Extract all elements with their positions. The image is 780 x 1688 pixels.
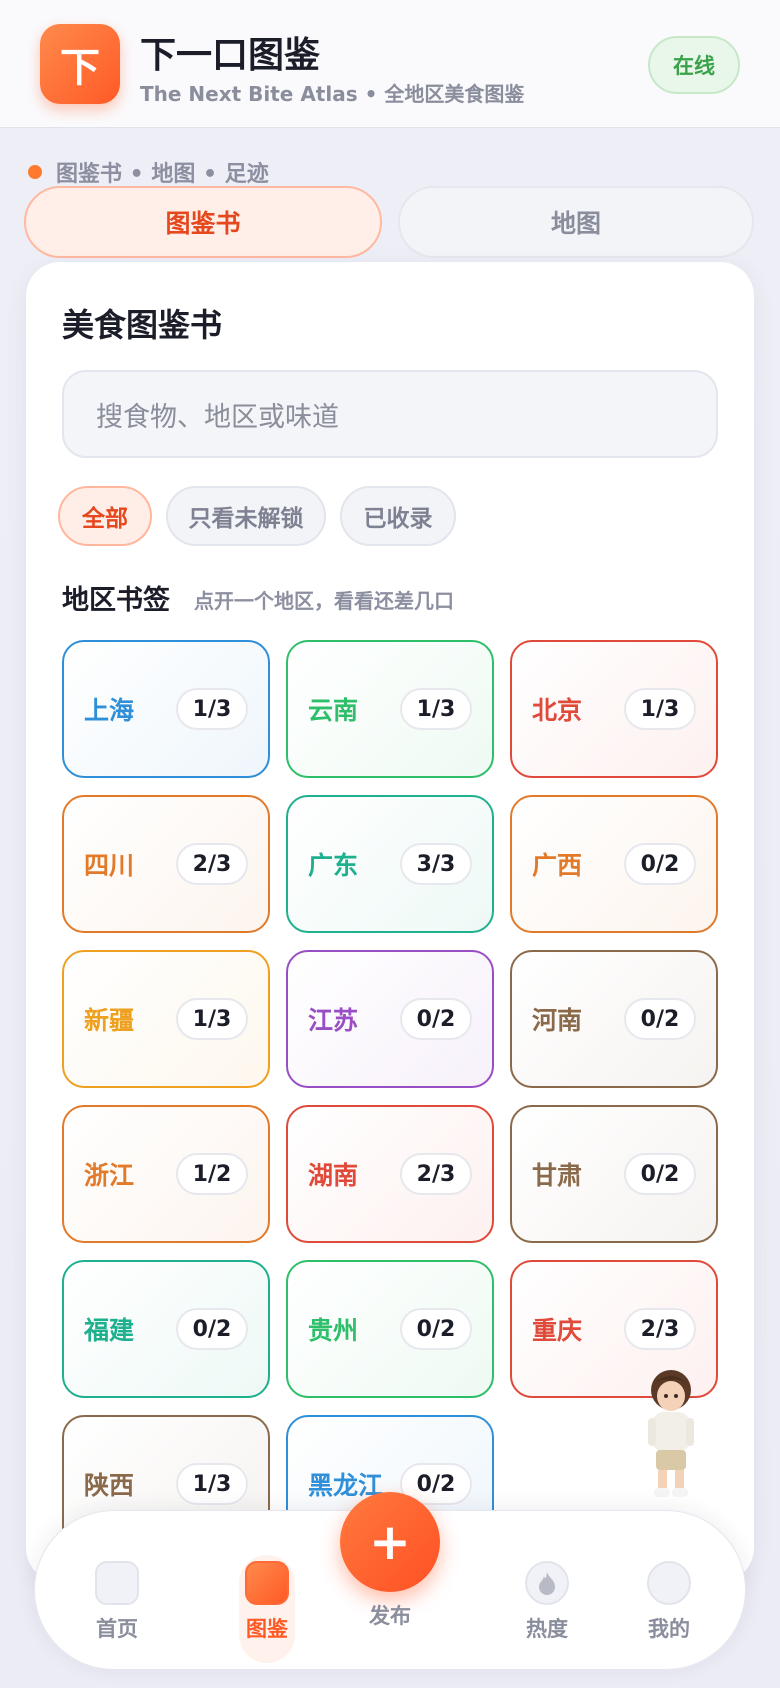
region-progress-badge: 0/2 — [176, 1308, 248, 1350]
region-tile[interactable]: 北京 1/3 — [510, 640, 718, 778]
region-tile[interactable]: 福建 0/2 — [62, 1260, 270, 1398]
region-progress-badge: 1/2 — [176, 1153, 248, 1195]
flame-icon — [525, 1561, 569, 1605]
tab-map[interactable]: 地图 — [398, 186, 754, 258]
app-header: 下 下一口图鉴 The Next Bite Atlas • 全地区美食图鉴 在线 — [0, 0, 780, 128]
region-progress-badge: 0/2 — [400, 1308, 472, 1350]
nav-heat[interactable]: 热度 — [507, 1561, 587, 1643]
region-name: 甘肃 — [532, 1161, 583, 1190]
search-input[interactable]: 搜食物、地区或味道 — [62, 370, 718, 458]
region-progress-badge: 1/3 — [176, 688, 248, 730]
region-progress-badge: 1/3 — [400, 688, 472, 730]
region-progress-badge: 0/2 — [624, 1153, 696, 1195]
region-tile[interactable]: 贵州 0/2 — [286, 1260, 494, 1398]
region-tile[interactable]: 广西 0/2 — [510, 795, 718, 933]
section-label-text: 图鉴书 • 地图 • 足迹 — [56, 162, 269, 187]
region-tile[interactable]: 云南 1/3 — [286, 640, 494, 778]
nav-atlas-label: 图鉴 — [246, 1617, 288, 1641]
region-progress-badge: 1/3 — [176, 1463, 248, 1505]
app-subtitle: The Next Bite Atlas • 全地区美食图鉴 — [140, 82, 525, 106]
region-name: 湖南 — [308, 1161, 359, 1190]
region-tile[interactable]: 广东 3/3 — [286, 795, 494, 933]
card-title: 美食图鉴书 — [62, 306, 223, 344]
region-progress-badge: 0/2 — [624, 843, 696, 885]
region-name: 新疆 — [84, 1006, 135, 1035]
publish-fab-button[interactable]: + — [340, 1492, 440, 1592]
region-tile[interactable]: 湖南 2/3 — [286, 1105, 494, 1243]
region-tile[interactable]: 甘肃 0/2 — [510, 1105, 718, 1243]
home-icon — [95, 1561, 139, 1605]
nav-atlas[interactable]: 图鉴 — [227, 1561, 307, 1643]
filter-all[interactable]: 全部 — [58, 486, 152, 546]
nav-home-label: 首页 — [96, 1617, 138, 1641]
region-tile[interactable]: 上海 1/3 — [62, 640, 270, 778]
region-progress-badge: 3/3 — [400, 843, 472, 885]
region-section-title: 地区书签 — [62, 585, 170, 616]
region-name: 福建 — [84, 1316, 135, 1345]
app-title: 下一口图鉴 — [140, 35, 321, 76]
section-dot-icon — [28, 165, 42, 179]
region-name: 贵州 — [308, 1316, 359, 1345]
region-progress-badge: 2/3 — [624, 1308, 696, 1350]
nav-profile[interactable]: 我的 — [629, 1561, 709, 1643]
region-name: 上海 — [84, 696, 135, 725]
region-name: 北京 — [532, 696, 583, 725]
region-name: 四川 — [84, 851, 135, 880]
filter-collected[interactable]: 已收录 — [340, 486, 456, 546]
atlas-icon — [245, 1561, 289, 1605]
online-status-badge: 在线 — [648, 36, 740, 94]
region-tile[interactable]: 四川 2/3 — [62, 795, 270, 933]
region-name: 云南 — [308, 696, 359, 725]
publish-label: 发布 — [369, 1604, 411, 1628]
region-name: 陕西 — [84, 1471, 135, 1500]
region-name: 广东 — [308, 851, 359, 880]
region-tile[interactable]: 浙江 1/2 — [62, 1105, 270, 1243]
region-tile[interactable]: 河南 0/2 — [510, 950, 718, 1088]
region-progress-badge: 1/3 — [176, 998, 248, 1040]
tab-atlas-book[interactable]: 图鉴书 — [24, 186, 382, 258]
region-progress-badge: 0/2 — [624, 998, 696, 1040]
region-progress-badge: 2/3 — [400, 1153, 472, 1195]
region-name: 浙江 — [84, 1161, 135, 1190]
region-tile[interactable]: 江苏 0/2 — [286, 950, 494, 1088]
region-progress-badge: 1/3 — [624, 688, 696, 730]
region-name: 广西 — [532, 851, 583, 880]
nav-heat-label: 热度 — [526, 1617, 568, 1641]
filter-unlocked-only[interactable]: 只看未解锁 — [166, 486, 326, 546]
nav-profile-label: 我的 — [648, 1617, 690, 1641]
region-progress-badge: 0/2 — [400, 998, 472, 1040]
region-tile[interactable]: 新疆 1/3 — [62, 950, 270, 1088]
app-logo: 下 — [40, 24, 120, 104]
profile-icon — [647, 1561, 691, 1605]
nav-home[interactable]: 首页 — [77, 1561, 157, 1643]
region-name: 河南 — [532, 1006, 583, 1035]
region-progress-badge: 2/3 — [176, 843, 248, 885]
mascot-character-icon — [648, 1370, 694, 1497]
region-name: 重庆 — [532, 1316, 583, 1345]
region-name: 江苏 — [308, 1006, 359, 1035]
section-label: 图鉴书 • 地图 • 足迹 — [28, 156, 269, 188]
region-section-hint: 点开一个地区，看看还差几口 — [194, 589, 454, 613]
